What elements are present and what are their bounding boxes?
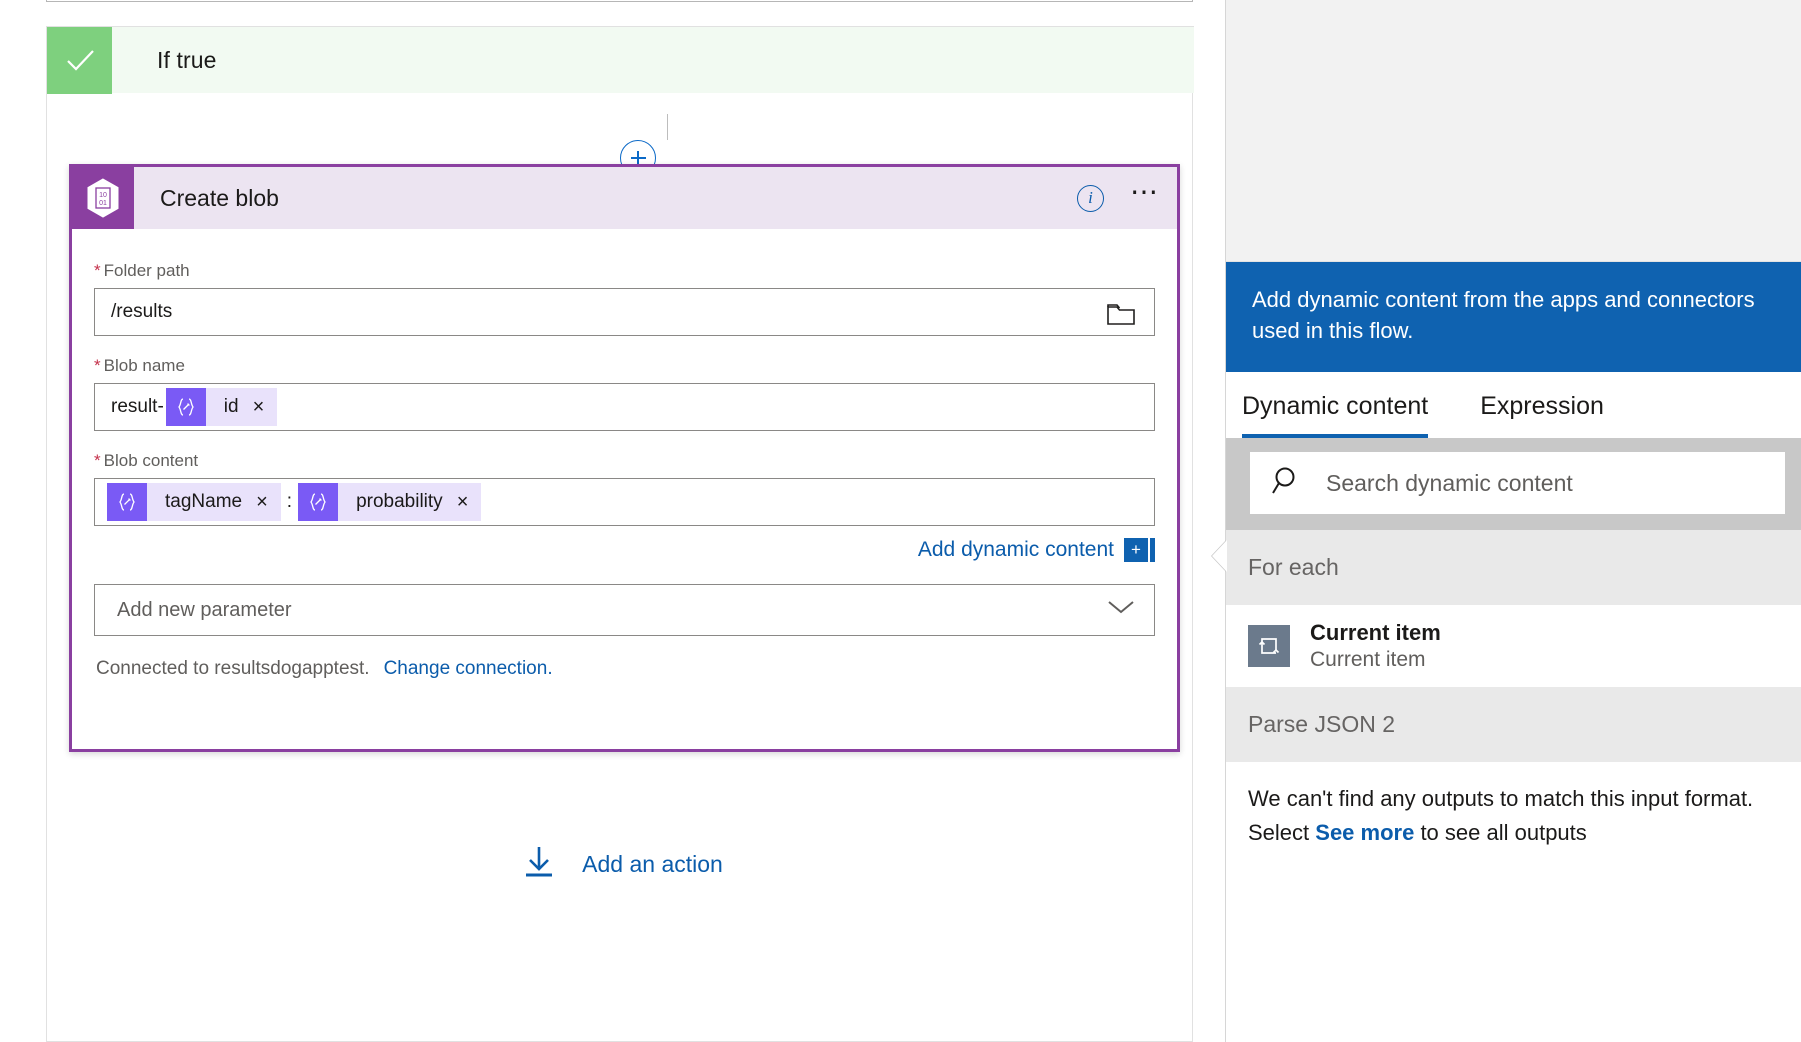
create-blob-card-header[interactable]: 10 01 Create blob i ⋯ — [72, 167, 1177, 229]
panel-banner: Add dynamic content from the apps and co… — [1226, 262, 1801, 373]
dynamic-token-label: tagName — [165, 491, 243, 512]
search-icon — [1270, 464, 1304, 503]
dynamic-token-id[interactable]: id × — [165, 388, 278, 426]
search-placeholder-text: Search dynamic content — [1326, 469, 1573, 496]
dynamic-token-probability[interactable]: probability × — [298, 483, 482, 521]
blob-name-label-text: Blob name — [103, 356, 185, 375]
see-more-link[interactable]: See more — [1315, 820, 1414, 845]
list-item-current-item[interactable]: Current item Current item — [1226, 605, 1801, 688]
expression-token-icon — [298, 483, 339, 521]
no-results-suffix: to see all outputs — [1414, 820, 1587, 846]
dynamic-token-body: probability × — [338, 483, 481, 521]
blob-content-input[interactable]: tagName × : probability × — [94, 478, 1155, 526]
if-true-header: If true — [47, 26, 1194, 94]
blob-binary-icon: 10 01 — [72, 167, 134, 229]
create-blob-form: * Folder path /results * Blob name resul… — [72, 229, 1177, 680]
token-separator: : — [286, 491, 293, 512]
blob-name-label: * Blob name — [94, 356, 1155, 376]
group-header-for-each: For each — [1226, 530, 1801, 606]
add-dynamic-content-row: Add dynamic content + — [94, 538, 1155, 562]
add-an-action-label: Add an action — [582, 851, 723, 877]
change-connection-link[interactable]: Change connection. — [384, 658, 553, 680]
more-options-icon[interactable]: ⋯ — [1130, 178, 1161, 209]
folder-picker-icon[interactable] — [1106, 301, 1136, 333]
flow-designer-screen: If true 10 01 Create blob i ⋯ * Folder p… — [0, 0, 1801, 1042]
create-blob-title: Create blob — [160, 184, 279, 211]
no-results-line-2: Select See more to see all outputs — [1248, 816, 1779, 850]
flow-canvas: If true 10 01 Create blob i ⋯ * Folder p… — [0, 0, 1225, 1042]
svg-text:10: 10 — [99, 192, 107, 199]
connector-line — [667, 114, 668, 140]
search-dynamic-content-input[interactable]: Search dynamic content — [1250, 452, 1785, 515]
required-marker: * — [94, 261, 101, 280]
required-marker: * — [94, 451, 101, 470]
chevron-down-icon — [1106, 598, 1136, 622]
create-blob-card[interactable]: 10 01 Create blob i ⋯ * Folder path /res… — [69, 164, 1180, 752]
expression-token-icon — [165, 388, 206, 426]
if-true-scope: If true 10 01 Create blob i ⋯ * Folder p… — [46, 26, 1194, 1042]
blob-content-label-text: Blob content — [103, 451, 199, 470]
list-item-description: Current item — [1310, 647, 1426, 671]
dynamic-token-body: id × — [206, 388, 277, 426]
close-icon[interactable]: × — [457, 492, 469, 512]
panel-pointer-arrow — [1212, 540, 1227, 572]
add-dynamic-content-plus-icon[interactable]: + — [1124, 538, 1148, 562]
tab-dynamic-content[interactable]: Dynamic content — [1242, 392, 1429, 439]
panel-tabs: Dynamic content Expression — [1226, 372, 1801, 439]
svg-text:01: 01 — [99, 200, 107, 207]
tab-expression[interactable]: Expression — [1480, 392, 1604, 438]
add-an-action-button[interactable]: Add an action — [47, 841, 1194, 888]
group-header-parse-json-2: Parse JSON 2 — [1226, 687, 1801, 763]
folder-path-input[interactable]: /results — [94, 288, 1155, 336]
add-new-parameter-label: Add new parameter — [117, 598, 292, 621]
loop-item-icon — [1248, 625, 1290, 668]
required-marker: * — [94, 356, 101, 375]
blob-name-prefix-text: result- — [111, 396, 164, 417]
panel-search-area: Search dynamic content — [1226, 438, 1801, 531]
add-action-icon — [518, 841, 560, 888]
connection-text: Connected to resultsdogapptest. — [96, 658, 370, 679]
checkmark-icon — [47, 26, 112, 94]
close-icon[interactable]: × — [256, 492, 268, 512]
expression-token-icon — [107, 483, 147, 521]
no-results-message: We can't find any outputs to match this … — [1226, 762, 1801, 850]
dynamic-content-panel: Add dynamic content from the apps and co… — [1212, 0, 1801, 1042]
connection-row: Connected to resultsdogapptest. Change c… — [94, 658, 1155, 680]
folder-path-label-text: Folder path — [103, 261, 190, 280]
folder-path-value: /results — [111, 301, 173, 322]
dynamic-token-label: probability — [356, 491, 443, 512]
if-true-label: If true — [157, 46, 217, 73]
dynamic-token-tagname[interactable]: tagName × — [107, 483, 281, 521]
panel-top-spacer — [1226, 0, 1801, 262]
add-new-parameter-select[interactable]: Add new parameter — [94, 584, 1155, 636]
folder-path-label: * Folder path — [94, 261, 1155, 281]
list-item-name: Current item — [1310, 620, 1441, 646]
close-icon[interactable]: × — [253, 397, 265, 417]
info-icon[interactable]: i — [1077, 184, 1104, 212]
card-header-actions: i ⋯ — [1077, 167, 1161, 229]
blob-name-input[interactable]: result- id × — [94, 383, 1155, 431]
blob-content-label: * Blob content — [94, 451, 1155, 471]
previous-action-card-remnant — [46, 0, 1193, 2]
add-dynamic-content-link[interactable]: Add dynamic content — [918, 538, 1114, 562]
dynamic-token-label: id — [223, 396, 239, 417]
add-dynamic-content-caret[interactable] — [1150, 538, 1155, 562]
dynamic-token-body: tagName × — [147, 483, 281, 521]
no-results-line-1: We can't find any outputs to match this … — [1248, 786, 1754, 812]
list-item-text-block: Current item Current item — [1310, 619, 1441, 673]
no-results-prefix: Select — [1248, 820, 1316, 846]
